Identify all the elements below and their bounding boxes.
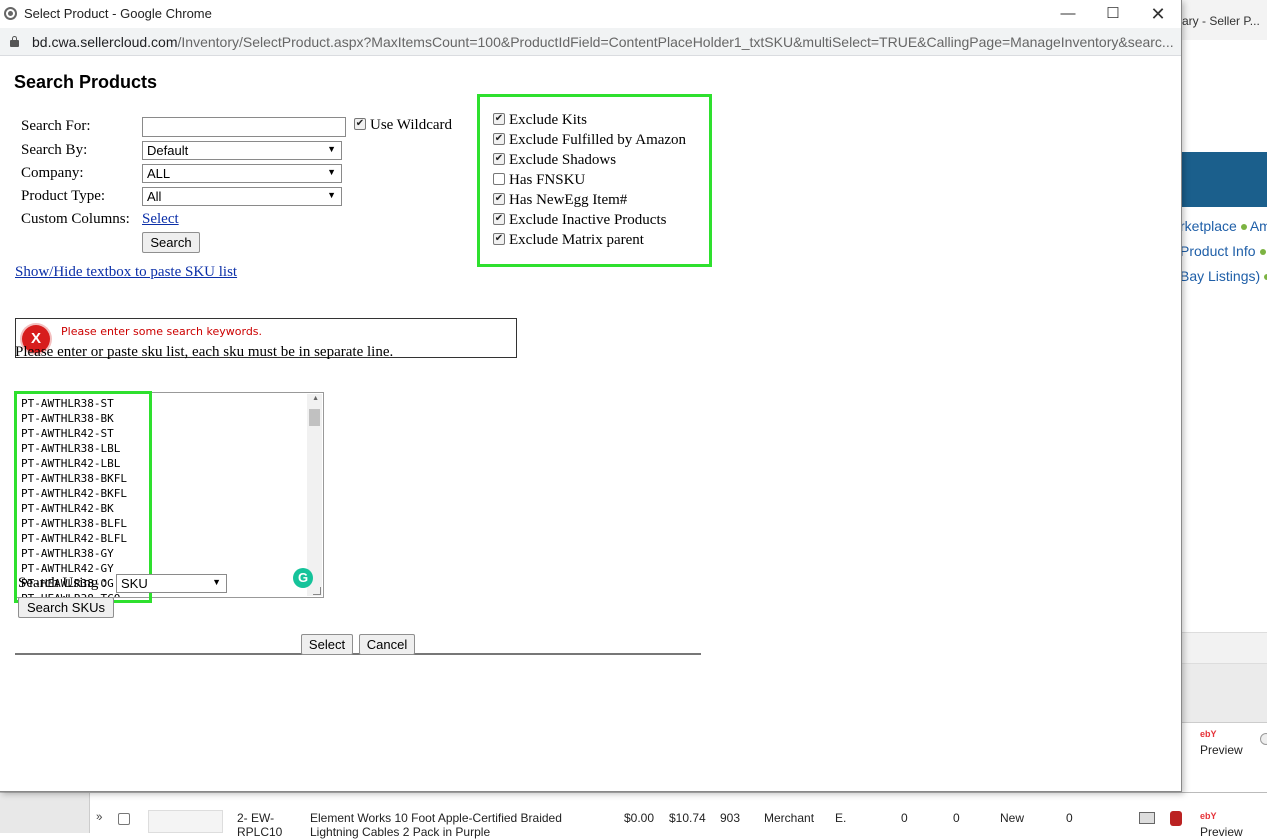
- background-link-marketplace[interactable]: rketplace: [1180, 218, 1237, 234]
- option-label: Exclude Fulfilled by Amazon: [509, 132, 687, 148]
- row-n3: 0: [1066, 811, 1073, 825]
- search-by-label: Search By:: [21, 142, 88, 158]
- sku-instructions: Please enter or paste sku list, each sku…: [15, 344, 394, 360]
- select-product-window: Select Product - Google Chrome — ☐ ✕ bd.…: [0, 0, 1182, 792]
- window-title: Select Product - Google Chrome: [24, 6, 212, 21]
- search-by-select[interactable]: Default ▼: [142, 141, 342, 160]
- option-checkbox[interactable]: ✔: [493, 213, 505, 225]
- row-n2: 0: [953, 811, 960, 825]
- product-thumbnail: [148, 810, 223, 833]
- dropdown-arrow-icon: ▼: [327, 190, 336, 200]
- row-preview-link[interactable]: Preview: [1200, 825, 1243, 839]
- option-checkbox[interactable]: [493, 173, 505, 185]
- search-using-label: Search Using :: [18, 575, 107, 591]
- background-table-row: › › 2- EW- RPLC10 Element Works 10 Foot …: [0, 792, 1267, 839]
- row-condition: New: [1000, 811, 1025, 825]
- use-wildcard-checkbox[interactable]: ✔: [354, 118, 366, 130]
- scrollbar-thumb[interactable]: [309, 409, 320, 426]
- use-wildcard-label: Use Wildcard: [370, 117, 453, 133]
- product-type-label: Product Type:: [21, 188, 106, 204]
- window-titlebar: Select Product - Google Chrome — ☐ ✕: [0, 0, 1181, 28]
- row-fulfillment: Merchant: [764, 811, 815, 825]
- background-links: rketplace Am Product Info Bay Listings): [1180, 207, 1267, 632]
- search-using-select[interactable]: SKU ▼: [116, 574, 227, 593]
- resize-grip-icon[interactable]: [313, 587, 321, 595]
- search-for-input[interactable]: [142, 117, 346, 137]
- dropdown-arrow-icon: ▼: [212, 577, 221, 587]
- row-sku[interactable]: 2- EW-: [237, 811, 274, 825]
- option-label: Exclude Shadows: [509, 152, 617, 168]
- background-row-gray: [1182, 632, 1267, 664]
- row-product-name-cont: Lightning Cables 2 Pack in Purple: [310, 825, 491, 839]
- maximize-icon[interactable]: ☐: [1098, 4, 1128, 24]
- ebay-icon: ebY: [1200, 811, 1217, 821]
- custom-columns-select-link[interactable]: Select: [142, 211, 179, 228]
- option-label: Exclude Inactive Products: [509, 212, 667, 228]
- dropdown-arrow-icon: ▼: [327, 167, 336, 177]
- option-checkbox[interactable]: ✔: [493, 153, 505, 165]
- product-type-select[interactable]: All ▼: [142, 187, 342, 206]
- product-type-value: All: [147, 189, 162, 204]
- option-checkbox[interactable]: ✔: [493, 133, 505, 145]
- row-checkbox[interactable]: [118, 813, 130, 825]
- chrome-icon: [4, 7, 17, 20]
- background-window-title: ary - Seller P...: [1182, 0, 1267, 40]
- row-sku-cont: RPLC10: [237, 825, 283, 839]
- background-banner: [1182, 152, 1267, 207]
- row-product-name[interactable]: Element Works 10 Foot Apple-Certified Br…: [310, 811, 562, 825]
- row-price2: $10.74: [669, 811, 706, 825]
- option-checkbox[interactable]: ✔: [493, 233, 505, 245]
- dropdown-arrow-icon: ▼: [327, 144, 336, 154]
- row-qty: 903: [720, 811, 741, 825]
- option-label: Has NewEgg Item#: [509, 192, 628, 208]
- option-label: Has FNSKU: [509, 172, 586, 188]
- toggle-icon[interactable]: [1260, 733, 1267, 745]
- option-checkbox[interactable]: ✔: [493, 193, 505, 205]
- company-label: Company:: [21, 165, 84, 181]
- background-link-listings[interactable]: Bay Listings): [1180, 268, 1260, 284]
- background-row-gray2: [1182, 664, 1267, 722]
- search-button[interactable]: Search: [142, 232, 200, 253]
- toggle-sku-textbox-link[interactable]: Show/Hide textbox to paste SKU list: [15, 264, 237, 281]
- option-label: Exclude Matrix parent: [509, 232, 644, 248]
- expand-chevron-icon[interactable]: ›: [98, 808, 103, 824]
- row-n1: 0: [901, 811, 908, 825]
- error-message: Please enter some search keywords.: [61, 325, 263, 338]
- lock-icon: [10, 36, 19, 47]
- grammarly-icon[interactable]: G: [293, 568, 313, 588]
- cancel-button[interactable]: Cancel: [359, 634, 415, 655]
- select-button[interactable]: Select: [301, 634, 353, 655]
- background-header: [1182, 40, 1267, 152]
- page-title: Search Products: [14, 72, 158, 92]
- row-code: E.: [835, 811, 847, 825]
- preview-link[interactable]: Preview: [1200, 743, 1243, 757]
- search-skus-button[interactable]: Search SKUs: [18, 597, 114, 618]
- address-bar[interactable]: bd.cwa.sellercloud.com/Inventory/SelectP…: [0, 28, 1181, 56]
- company-value: ALL: [147, 166, 171, 181]
- close-icon[interactable]: ✕: [1143, 4, 1173, 24]
- search-using-value: SKU: [121, 576, 148, 591]
- scroll-up-icon[interactable]: ▲: [312, 395, 319, 402]
- ebay-icon: ebY: [1200, 729, 1217, 739]
- dot-icon: [1240, 223, 1247, 230]
- option-checkbox[interactable]: ✔: [493, 113, 505, 125]
- url-text[interactable]: bd.cwa.sellercloud.com/Inventory/SelectP…: [32, 34, 1174, 50]
- search-by-value: Default: [147, 143, 189, 158]
- row-price1: $0.00: [624, 811, 655, 825]
- option-label: Exclude Kits: [509, 112, 587, 128]
- image-icon[interactable]: [1139, 812, 1155, 824]
- background-link-am[interactable]: Am: [1250, 218, 1267, 234]
- company-select[interactable]: ALL ▼: [142, 164, 342, 183]
- row-gutter: ›: [0, 793, 100, 833]
- background-preview-cell: ebY Preview: [1182, 722, 1267, 792]
- sku-highlight-box: [14, 391, 152, 603]
- minimize-icon[interactable]: —: [1053, 4, 1083, 24]
- alert-icon[interactable]: [1170, 811, 1182, 826]
- search-for-label: Search For:: [21, 118, 91, 134]
- dot-icon: [1259, 248, 1266, 255]
- background-link-product-info[interactable]: Product Info: [1180, 243, 1256, 259]
- custom-columns-label: Custom Columns:: [21, 211, 130, 227]
- divider: [15, 653, 701, 655]
